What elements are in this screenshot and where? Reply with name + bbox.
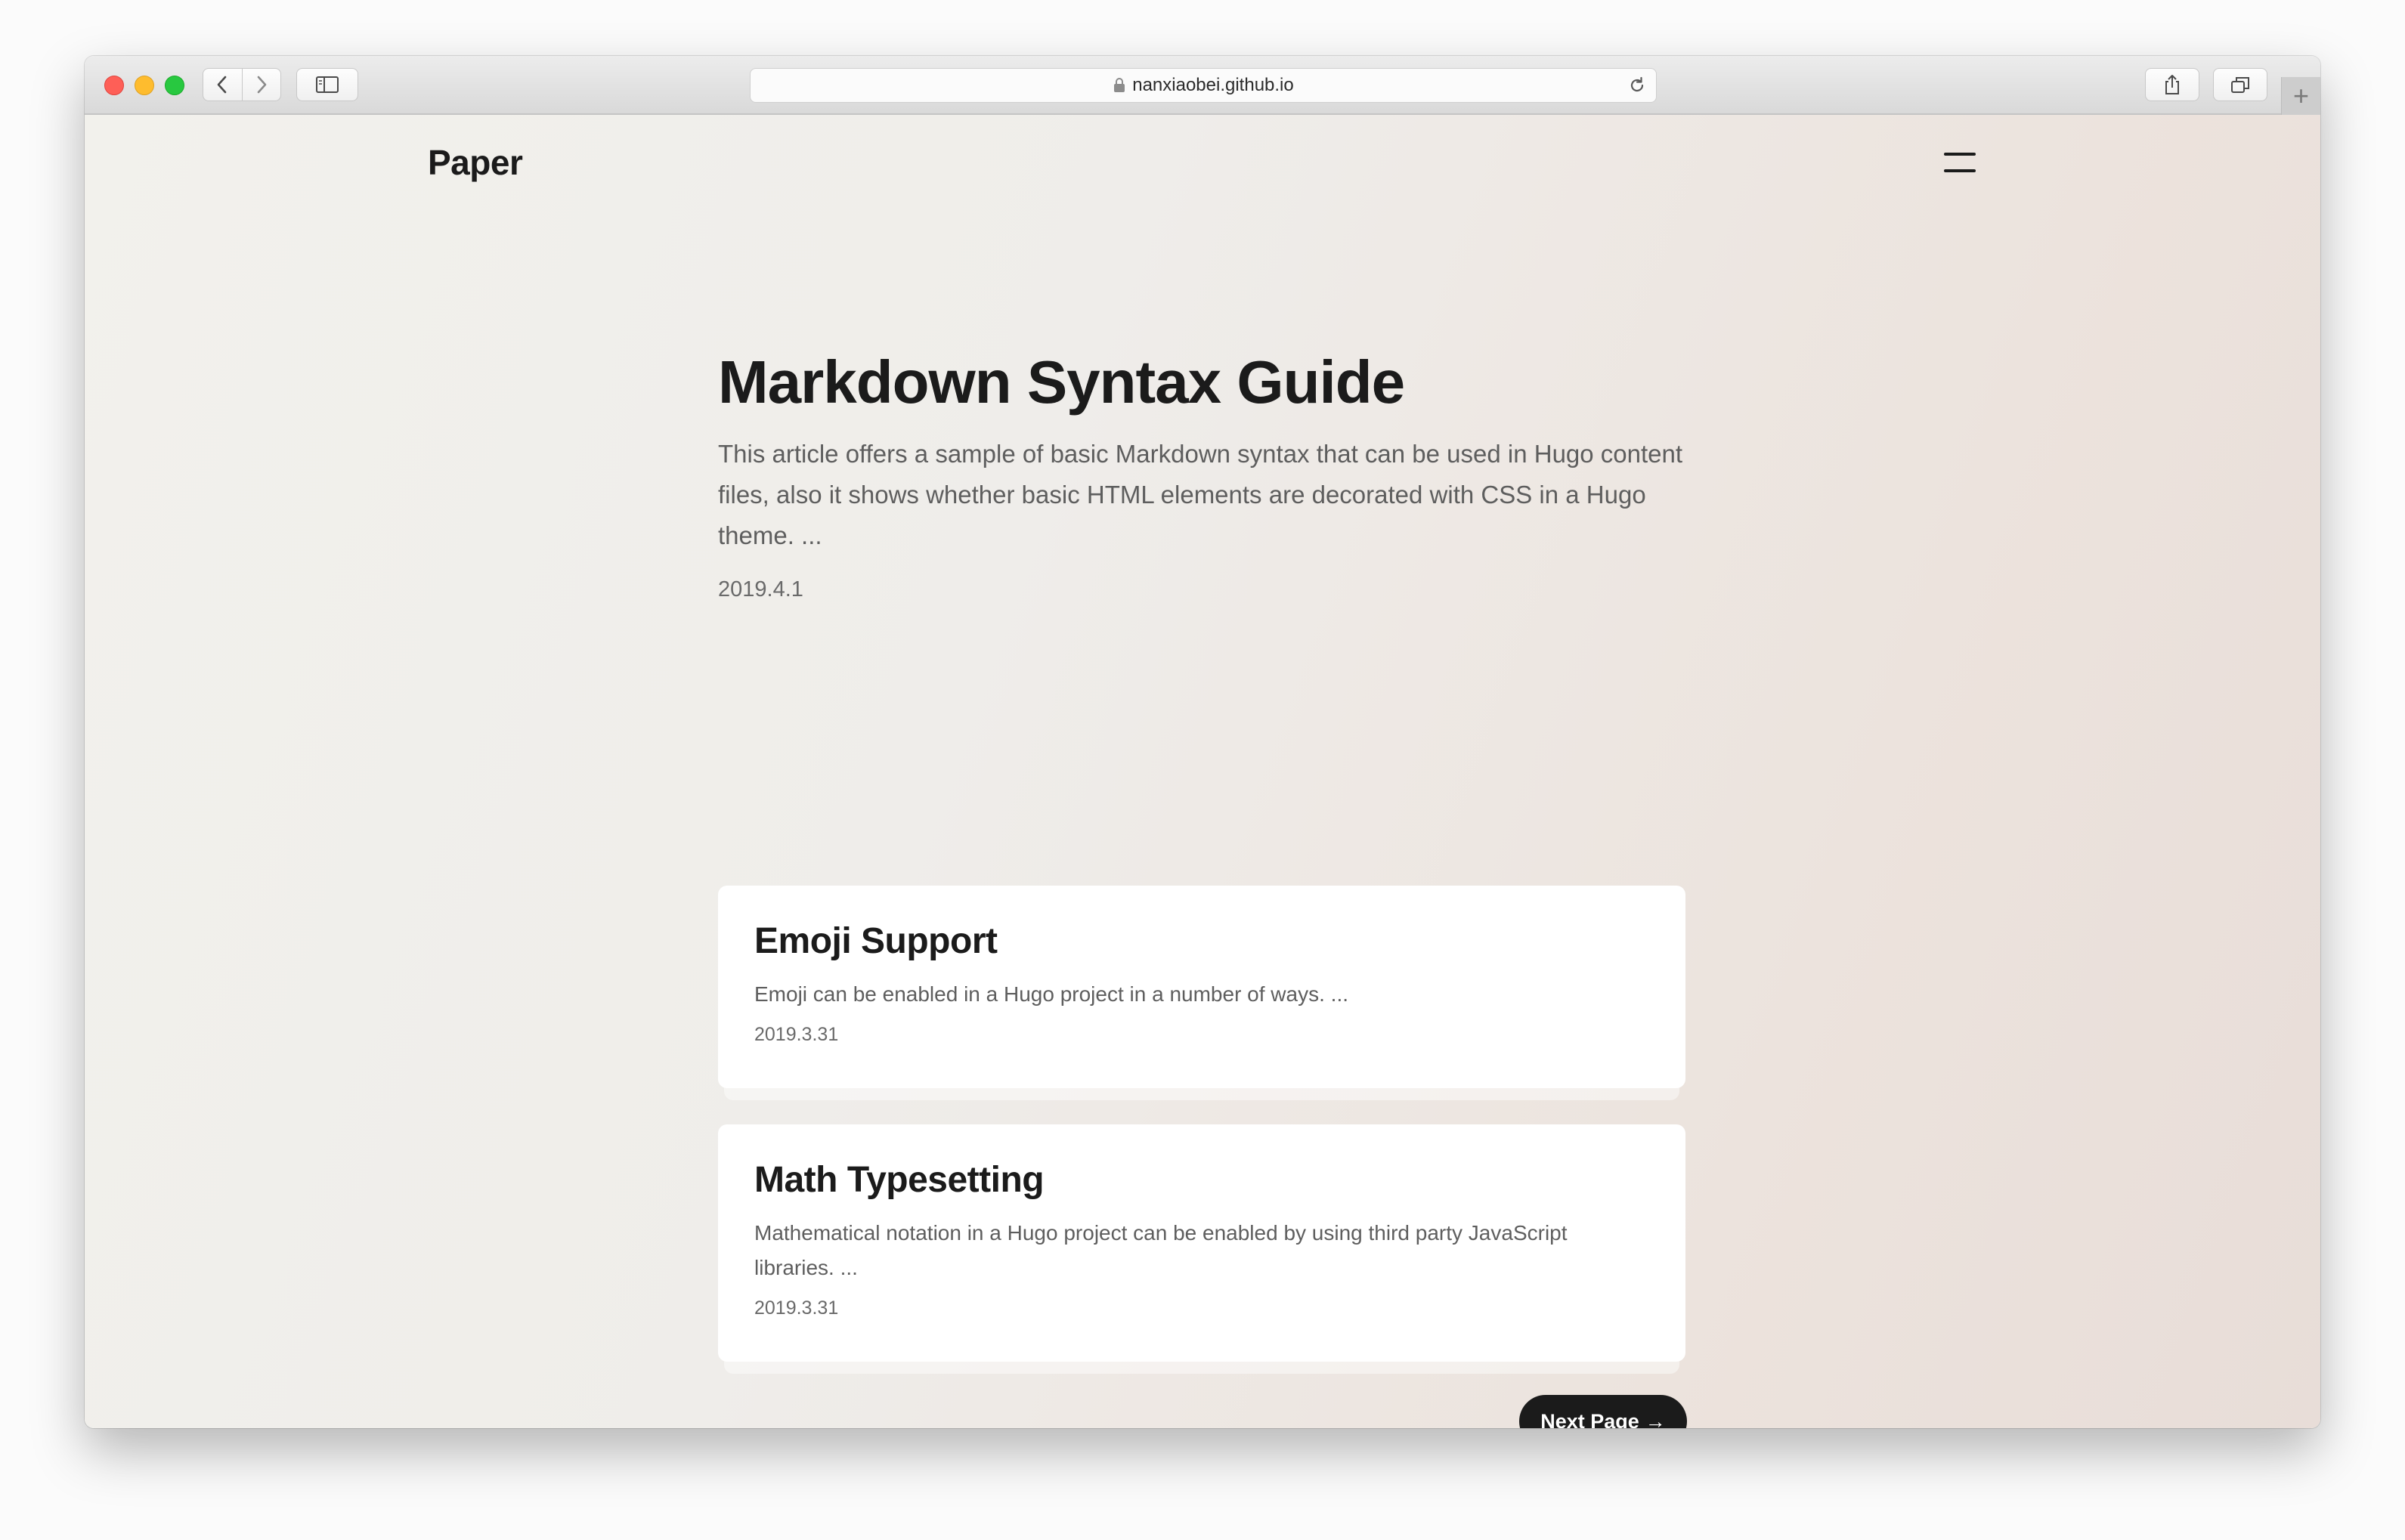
chevron-right-icon — [257, 76, 267, 94]
share-icon — [2165, 75, 2179, 94]
new-tab-button[interactable]: + — [2281, 77, 2320, 115]
back-button[interactable] — [203, 69, 242, 101]
post-date: 2019.3.31 — [754, 1024, 839, 1045]
post-excerpt: Mathematical notation in a Hugo project … — [754, 1221, 1568, 1279]
chevron-left-icon — [217, 76, 227, 94]
browser-window: nanxiaobei.github.io + Paper Markdown Sy… — [85, 56, 2320, 1428]
reload-icon[interactable] — [1627, 76, 1647, 95]
post-card-body[interactable]: Math Typesetting Mathematical notation i… — [718, 1124, 1685, 1362]
sidebar-toggle-button[interactable] — [296, 68, 358, 101]
tabs-icon — [2231, 77, 2249, 93]
history-navigation — [203, 68, 281, 101]
arrow-right-icon: → — [1645, 1409, 1666, 1429]
post-card[interactable]: Emoji Support Emoji can be enabled in a … — [718, 886, 1685, 1100]
minimize-window-button[interactable] — [135, 76, 154, 95]
site-title[interactable]: Paper — [428, 142, 523, 183]
page-content: Paper Markdown Syntax Guide This article… — [85, 115, 2320, 1428]
address-bar[interactable]: nanxiaobei.github.io — [750, 68, 1657, 103]
post-title[interactable]: Emoji Support — [754, 920, 1649, 962]
sidebar-icon — [316, 76, 339, 93]
post-card[interactable]: Math Typesetting Mathematical notation i… — [718, 1124, 1685, 1374]
lock-icon — [1113, 77, 1126, 94]
next-page-button[interactable]: Next Page → — [1519, 1395, 1687, 1428]
close-window-button[interactable] — [104, 76, 124, 95]
maximize-window-button[interactable] — [165, 76, 184, 95]
forward-button[interactable] — [241, 69, 281, 101]
featured-post-title[interactable]: Markdown Syntax Guide — [718, 349, 1693, 416]
post-date: 2019.3.31 — [754, 1297, 839, 1319]
next-page-label: Next Page — [1540, 1409, 1639, 1429]
share-button[interactable] — [2145, 68, 2199, 101]
featured-post[interactable]: Markdown Syntax Guide This article offer… — [718, 349, 1693, 602]
menu-icon[interactable] — [1944, 151, 1976, 174]
url-text: nanxiaobei.github.io — [1132, 75, 1294, 95]
featured-post-date: 2019.4.1 — [718, 577, 803, 601]
post-card-body[interactable]: Emoji Support Emoji can be enabled in a … — [718, 886, 1685, 1088]
browser-toolbar: nanxiaobei.github.io + — [85, 56, 2320, 115]
post-title[interactable]: Math Typesetting — [754, 1159, 1649, 1201]
show-tabs-button[interactable] — [2213, 68, 2267, 101]
post-excerpt: Emoji can be enabled in a Hugo project i… — [754, 982, 1348, 1006]
featured-post-excerpt: This article offers a sample of basic Ma… — [718, 440, 1683, 549]
